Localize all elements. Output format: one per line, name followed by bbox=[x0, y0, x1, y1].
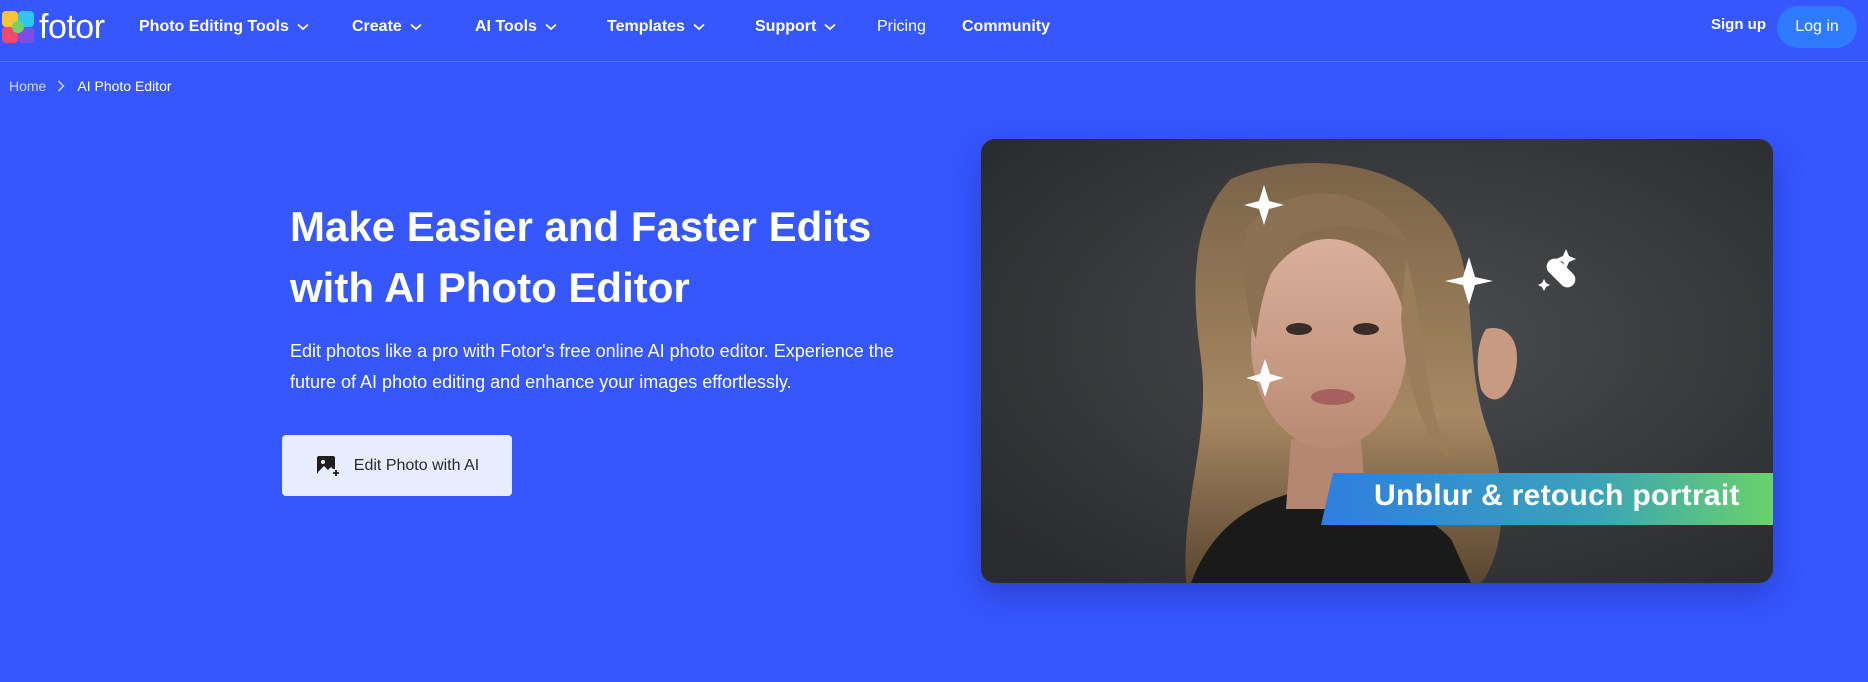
brand-name: fotor bbox=[39, 8, 105, 46]
sign-up-link[interactable]: Sign up bbox=[1711, 16, 1766, 33]
breadcrumb-current: AI Photo Editor bbox=[77, 78, 172, 94]
chevron-down-icon bbox=[297, 23, 309, 31]
nav-label: AI Tools bbox=[475, 18, 537, 35]
nav-label: Pricing bbox=[877, 18, 926, 35]
nav-pricing[interactable]: Pricing bbox=[877, 16, 926, 38]
chevron-down-icon bbox=[545, 23, 557, 31]
hero-description: Edit photos like a pro with Fotor's free… bbox=[290, 341, 894, 392]
nav-community[interactable]: Community bbox=[962, 16, 1050, 38]
nav-label: Community bbox=[962, 18, 1050, 35]
fotor-logo[interactable]: fotor bbox=[0, 8, 105, 46]
showcase-image: Unblur & retouch portrait bbox=[981, 139, 1773, 583]
nav-label: Templates bbox=[607, 18, 685, 35]
nav-create[interactable]: Create bbox=[352, 16, 422, 38]
chevron-down-icon bbox=[824, 23, 836, 31]
chevron-down-icon bbox=[410, 23, 422, 31]
nav-templates[interactable]: Templates bbox=[607, 16, 705, 38]
breadcrumb-home-link[interactable]: Home bbox=[9, 78, 46, 94]
image-add-icon bbox=[316, 455, 340, 477]
page-title: Make Easier and Faster Edits with AI Pho… bbox=[290, 196, 970, 318]
portrait-photo bbox=[981, 139, 1773, 583]
top-nav-bar: fotor Photo Editing Tools Create AI Tool… bbox=[0, 0, 1868, 62]
log-in-button[interactable]: Log in bbox=[1777, 6, 1857, 48]
edit-photo-with-ai-button[interactable]: Edit Photo with AI bbox=[282, 435, 512, 496]
nav-ai-tools[interactable]: AI Tools bbox=[475, 16, 557, 38]
nav-label: Support bbox=[755, 18, 817, 35]
banner-text: Unblur & retouch portrait bbox=[1374, 479, 1740, 512]
breadcrumb: Home AI Photo Editor bbox=[9, 78, 172, 94]
cta-label: Edit Photo with AI bbox=[353, 456, 480, 474]
title-line-1: Make Easier and Faster Edits bbox=[290, 203, 872, 250]
nav-label: Photo Editing Tools bbox=[139, 18, 289, 35]
nav-photo-editing-tools[interactable]: Photo Editing Tools bbox=[139, 16, 309, 38]
chevron-right-icon bbox=[58, 80, 65, 92]
nav-support[interactable]: Support bbox=[755, 16, 836, 38]
chevron-down-icon bbox=[693, 23, 705, 31]
fotor-logo-icon bbox=[2, 11, 34, 43]
title-line-2: with AI Photo Editor bbox=[290, 264, 690, 311]
nav-label: Create bbox=[352, 18, 402, 35]
